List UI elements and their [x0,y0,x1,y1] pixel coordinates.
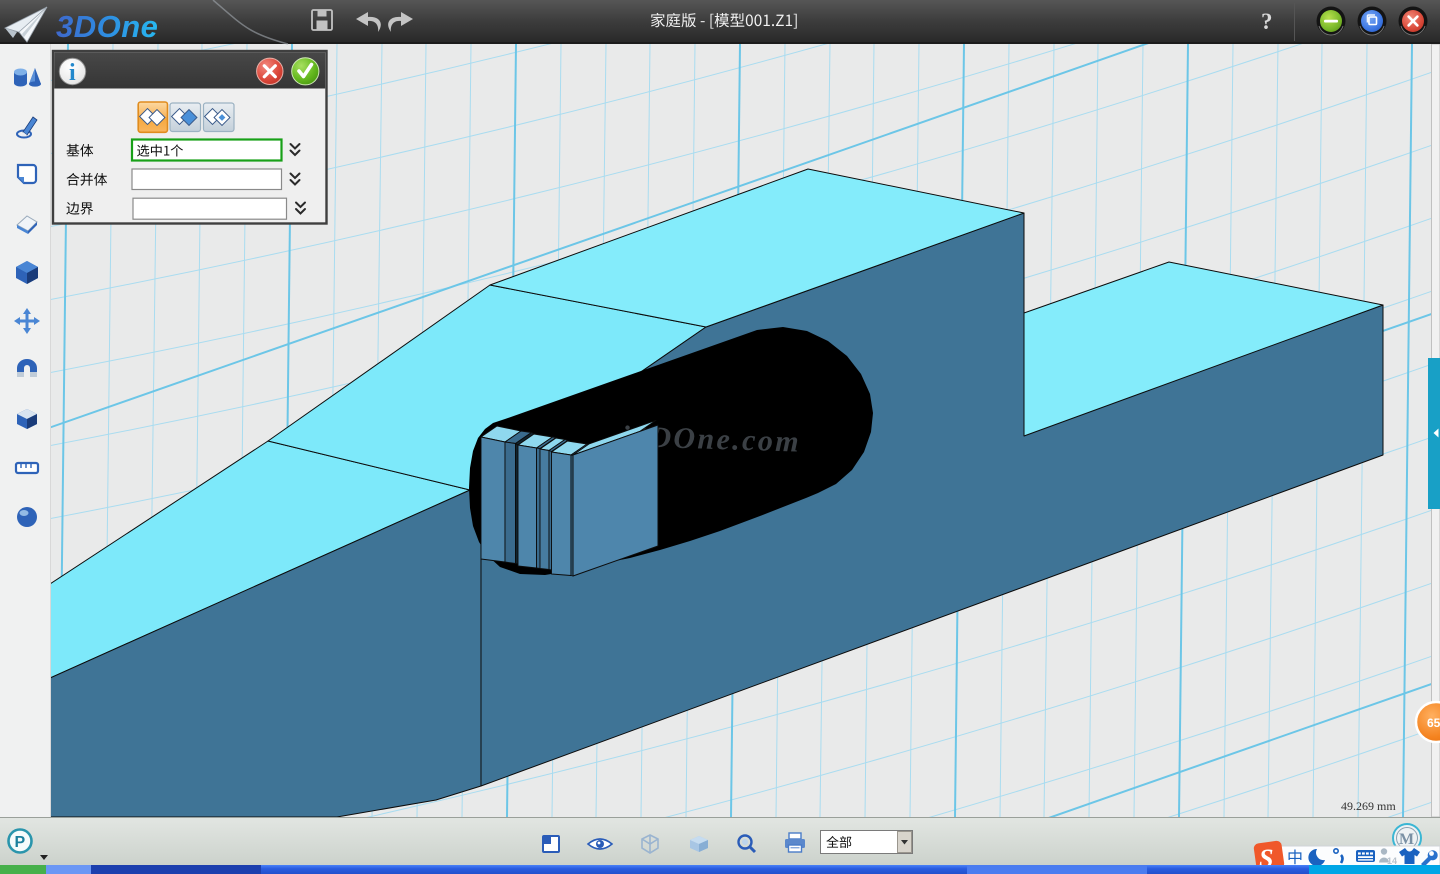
svg-text:14: 14 [1387,856,1397,866]
svg-text:?: ? [1261,9,1273,34]
svg-text:M: M [1399,831,1414,848]
svg-text:3DOne: 3DOne [56,9,158,44]
svg-text:65: 65 [1427,716,1440,730]
svg-text:49.269 mm: 49.269 mm [1341,799,1396,813]
svg-text:P: P [15,834,26,851]
svg-text:i: i [69,60,76,86]
